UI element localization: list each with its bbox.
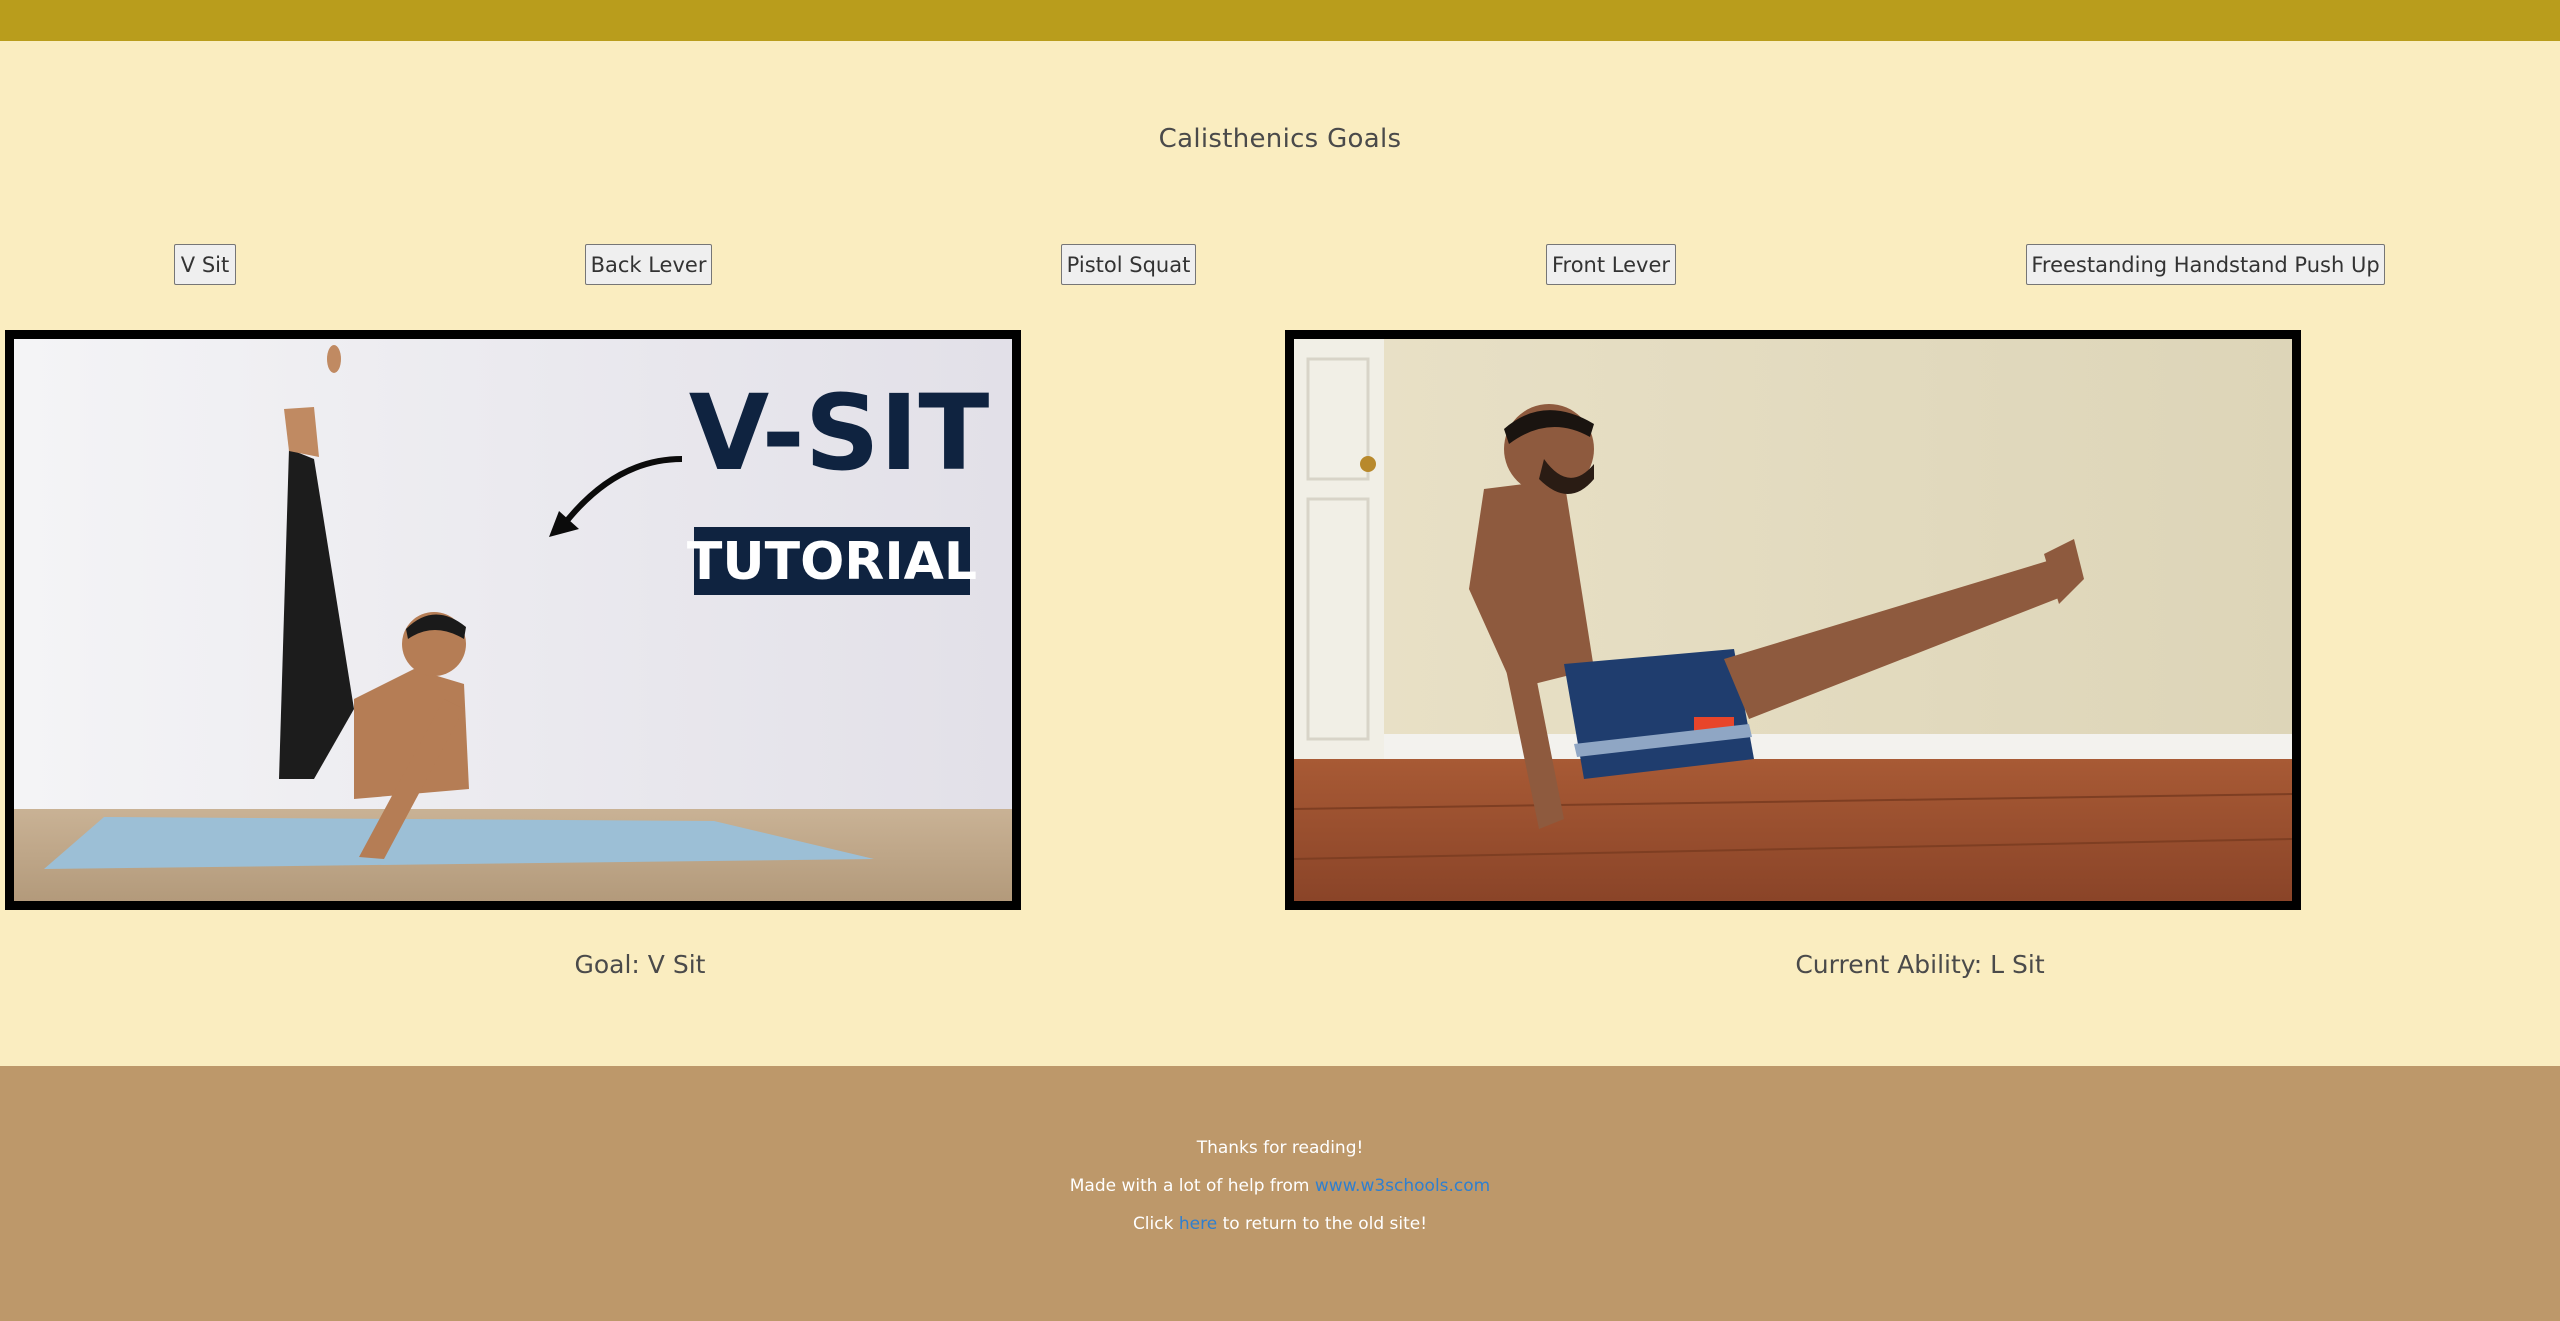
footer-credit-text: Made with a lot of help from [1069, 1176, 1315, 1196]
footer-return: Click here to return to the old site! [0, 1214, 2560, 1234]
old-site-link[interactable]: here [1179, 1214, 1217, 1234]
v-sit-button[interactable]: V Sit [174, 244, 236, 285]
footer-credit: Made with a lot of help from www.w3schoo… [0, 1176, 2560, 1196]
front-lever-button[interactable]: Front Lever [1546, 244, 1676, 285]
back-lever-button[interactable]: Back Lever [585, 244, 712, 285]
footer-thanks: Thanks for reading! [1196, 1138, 1364, 1158]
footer: Thanks for reading! Made with a lot of h… [0, 1066, 2560, 1321]
current-ability-image [1285, 330, 2301, 910]
handstand-push-up-button[interactable]: Freestanding Handstand Push Up [2026, 244, 2385, 285]
top-bar [0, 0, 2560, 41]
page-title: Calisthenics Goals [1158, 124, 1402, 154]
goal-caption: Goal: V Sit [574, 950, 706, 979]
footer-return-prefix: Click [1132, 1214, 1179, 1234]
w3schools-link[interactable]: www.w3schools.com [1315, 1176, 1490, 1196]
goal-image: V-SIT TUTORIAL [5, 330, 1021, 910]
tutorial-headline: V-SIT [689, 372, 990, 494]
footer-return-suffix: to return to the old site! [1217, 1214, 1428, 1234]
current-ability-caption: Current Ability: L Sit [1795, 950, 2045, 979]
person-shorts [1564, 649, 1754, 779]
pistol-squat-button[interactable]: Pistol Squat [1061, 244, 1196, 285]
tutorial-subline: TUTORIAL [687, 532, 977, 592]
